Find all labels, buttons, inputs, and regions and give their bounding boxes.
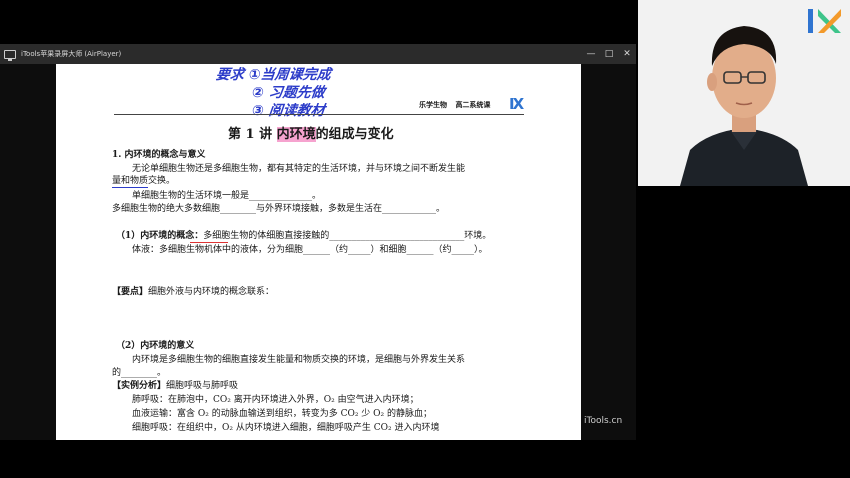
ink-underline [112,187,148,188]
course-header: 乐学生物 高二系统课 [419,100,496,110]
section-title: 1. 内环境的概念与意义 [112,150,206,160]
handwritten-note-line2: ② 习题先做 [251,85,326,101]
blood-line: 血液运输：富含 O₂ 的动脉血输送到组织，转变为多 CO₂ 少 O₂ 的静脉血； [132,409,433,419]
course-logo: IX [509,95,524,113]
meaning-text: 内环境是多细胞生物的细胞直接发生能量和物质交换的环境，是细胞与外界发生关系 [132,355,466,365]
close-button[interactable]: ✕ [622,49,632,59]
header-divider [114,114,524,115]
maximize-button[interactable]: □ [604,49,614,59]
header-course: 高二系统课 [455,101,491,109]
handwritten-note-line3: ③ 阅读教材 [251,103,326,119]
paragraph-1-cont: 量和物质交换。 [112,176,176,186]
brand-logo-icon [808,9,841,33]
window-titlebar[interactable]: iTools苹果录屏大师 (AirPlayer) — □ ✕ [0,44,636,64]
paragraph-1: 无论单细胞生物还是多细胞生物，都有其特定的生活环境，并与环境之间不断发生能 [132,164,466,174]
meaning-title: （2）内环境的意义 [116,341,195,351]
screen-mirror-icon [4,49,16,61]
handwritten-note-line1: 要求 ①当周课完成 [215,67,332,83]
paragraph-3: 多细胞生物的绝大多数细胞________与外界环境接触，多数是生活在______… [112,204,446,214]
lung-line: 肺呼吸：在肺泡中，CO₂ 离开内环境进入外界，O₂ 由空气进入内环境； [132,395,419,405]
example-line: 【实例分析】细胞呼吸与肺呼吸 [112,381,239,391]
keypoint-line: 【要点】细胞外液与内环境的概念联系： [112,287,275,297]
window-title: iTools苹果录屏大师 (AirPlayer) [21,50,122,58]
airplayer-window: iTools苹果录屏大师 (AirPlayer) — □ ✕ 要求 ①当周课完成… [0,44,636,440]
window-controls: — □ ✕ [586,44,632,64]
lesson-title: 第 1 讲 内环境的组成与变化 [228,127,394,142]
minimize-button[interactable]: — [586,49,596,59]
document-page: 要求 ①当周课完成 ② 习题先做 ③ 阅读教材 乐学生物 高二系统课 IX 第 … [56,64,581,440]
paragraph-2: 单细胞生物的生活环境一般是______________。 [132,191,322,201]
cell-respiration-line: 细胞呼吸：在组织中，O₂ 从内环境进入细胞，细胞呼吸产生 CO₂ 进入内环境 [132,423,440,433]
header-subject: 乐学生物 [419,101,447,109]
screen: iTools苹果录屏大师 (AirPlayer) — □ ✕ 要求 ①当周课完成… [0,0,850,478]
meaning-text-cont: 的________。 [112,368,167,378]
red-underline [190,242,228,243]
highlighted-term: 内环境 [276,127,316,142]
concept-line: （1）内环境的概念：多细胞生物的体细胞直接接触的________________… [116,231,492,241]
body-fluid-line: 体液：多细胞生物机体中的液体，分为细胞______（约_____）和细胞____… [132,245,488,255]
watermark: iTools.cn [584,416,623,426]
